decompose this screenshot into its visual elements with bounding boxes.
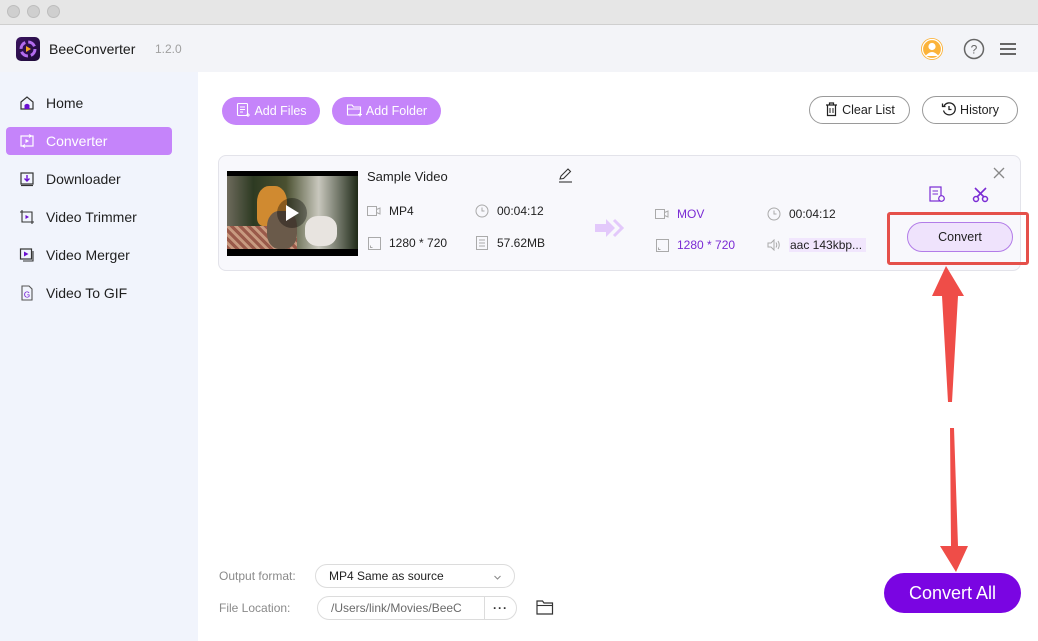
sidebar-item-label: Video Trimmer <box>46 209 137 225</box>
merger-icon <box>18 246 36 264</box>
window-minimize-button[interactable] <box>27 5 40 18</box>
output-format-select[interactable]: MP4 Same as source <box>315 564 515 588</box>
video-thumbnail[interactable] <box>227 171 358 256</box>
window-titlebar <box>0 0 1038 25</box>
close-icon[interactable] <box>993 166 1005 184</box>
video-format-icon <box>367 204 381 218</box>
add-folder-button[interactable]: Add Folder <box>332 97 441 125</box>
sidebar-item-label: Video To GIF <box>46 285 128 301</box>
convert-all-button[interactable]: Convert All <box>884 573 1021 613</box>
add-folder-label: Add Folder <box>365 104 428 118</box>
history-icon <box>941 101 957 120</box>
play-icon[interactable] <box>277 198 307 228</box>
source-format: MP4 <box>367 204 414 218</box>
sidebar-item-home[interactable]: Home <box>6 89 172 117</box>
output-audio[interactable]: aac 143kbp... <box>767 238 867 252</box>
sidebar-item-converter[interactable]: Converter <box>6 127 172 155</box>
svg-text:?: ? <box>971 43 978 57</box>
history-button[interactable]: History <box>922 96 1018 124</box>
help-icon[interactable]: ? <box>962 37 986 61</box>
clock-icon <box>475 204 489 218</box>
clear-list-button[interactable]: Clear List <box>809 96 910 124</box>
add-file-icon <box>235 102 251 121</box>
menu-icon[interactable] <box>996 37 1020 61</box>
output-duration: 00:04:12 <box>767 207 836 221</box>
file-size-icon <box>475 236 489 250</box>
sidebar-item-label: Video Merger <box>46 247 130 263</box>
sidebar: Home Converter Downloader Video Trimmer … <box>0 72 198 641</box>
annotation-highlight-box <box>887 212 1029 265</box>
add-folder-icon <box>346 102 363 121</box>
file-location-input[interactable] <box>318 601 484 615</box>
sidebar-item-video-trimmer[interactable]: Video Trimmer <box>6 203 172 231</box>
add-files-label: Add Files <box>254 104 307 118</box>
window-maximize-button[interactable] <box>47 5 60 18</box>
chevron-down-icon <box>493 571 502 585</box>
sidebar-item-video-to-gif[interactable]: G Video To GIF <box>6 279 172 307</box>
svg-text:G: G <box>24 291 30 300</box>
output-settings-icon[interactable] <box>929 186 946 208</box>
app-logo-icon <box>16 37 40 61</box>
account-icon[interactable] <box>920 37 944 61</box>
output-resolution[interactable]: 1280 * 720 <box>655 238 735 252</box>
speaker-icon <box>767 238 781 252</box>
sidebar-item-video-merger[interactable]: Video Merger <box>6 241 172 269</box>
edit-icon[interactable] <box>557 167 573 188</box>
file-location-label: File Location: <box>219 601 291 615</box>
sidebar-item-downloader[interactable]: Downloader <box>6 165 172 193</box>
clock-icon <box>767 207 781 221</box>
trash-icon <box>824 101 839 120</box>
app-version: 1.2.0 <box>155 42 182 56</box>
history-label: History <box>960 103 999 117</box>
source-resolution: 1280 * 720 <box>367 236 447 250</box>
downloader-icon <box>18 170 36 188</box>
main-panel: Add Files Add Folder Clear List History <box>198 72 1038 641</box>
sidebar-item-label: Home <box>46 95 84 111</box>
output-format-label: Output format: <box>219 569 296 583</box>
browse-more-button[interactable]: ··· <box>484 597 516 619</box>
output-format[interactable]: MOV <box>655 207 704 221</box>
file-location-field: ··· <box>317 596 517 620</box>
convert-arrow-icon <box>595 218 625 243</box>
gif-icon: G <box>18 284 36 302</box>
home-icon <box>18 94 36 112</box>
converter-icon <box>18 132 36 150</box>
trimmer-icon <box>18 208 36 226</box>
window-close-button[interactable] <box>7 5 20 18</box>
resolution-icon <box>655 238 669 252</box>
video-format-icon <box>655 207 669 221</box>
clear-list-label: Clear List <box>842 103 895 117</box>
resolution-icon <box>367 236 381 250</box>
sidebar-item-label: Downloader <box>46 171 121 187</box>
source-size: 57.62MB <box>475 236 545 250</box>
open-folder-icon[interactable] <box>536 599 554 620</box>
add-files-button[interactable]: Add Files <box>222 97 320 125</box>
sidebar-item-label: Converter <box>46 133 108 149</box>
app-name: BeeConverter <box>49 41 136 57</box>
app-header: BeeConverter 1.2.0 ? <box>0 25 1038 72</box>
scissors-icon[interactable] <box>972 186 989 208</box>
source-duration: 00:04:12 <box>475 204 544 218</box>
video-title: Sample Video <box>367 169 448 184</box>
